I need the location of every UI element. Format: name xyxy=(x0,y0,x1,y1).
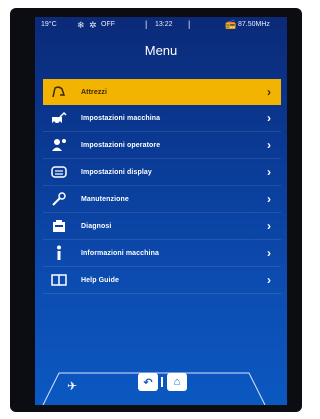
clock: 13:22 xyxy=(155,21,173,28)
display-settings-icon xyxy=(47,165,71,179)
menu-item-label: Manutenzione xyxy=(81,195,129,203)
chevron-right-icon: › xyxy=(267,219,271,233)
climate-icon: ❄ xyxy=(77,20,85,30)
radio-icon: 📻 xyxy=(225,19,237,29)
chevron-right-icon: › xyxy=(267,192,271,206)
back-icon: ↶ xyxy=(143,376,153,389)
book-icon xyxy=(47,273,71,287)
menu-item-diagnosi[interactable]: Diagnosi › xyxy=(43,213,281,240)
menu-item-label: Impostazioni macchina xyxy=(81,114,161,122)
chevron-right-icon: › xyxy=(267,165,271,179)
button-divider xyxy=(161,377,163,387)
chevron-right-icon: › xyxy=(267,138,271,152)
menu-item-label: Diagnosi xyxy=(81,222,112,230)
menu-item-label: Impostazioni display xyxy=(81,168,152,176)
bottom-navigation-bar: ✈ ↶ ⌂ xyxy=(35,367,287,405)
tool-attachment-icon xyxy=(47,85,71,99)
chevron-right-icon: › xyxy=(267,273,271,287)
display-screen: 19°C ❄ ✲ OFF | 13:22 | 📻 87.50MHz Menu A… xyxy=(35,17,287,405)
status-bar: 19°C ❄ ✲ OFF | 13:22 | 📻 87.50MHz xyxy=(35,17,287,33)
menu-item-label: Impostazioni operatore xyxy=(81,141,161,149)
chevron-right-icon: › xyxy=(267,246,271,260)
machine-mode-icon[interactable]: ✈ xyxy=(67,379,77,393)
back-button[interactable]: ↶ xyxy=(138,373,158,391)
machine-settings-icon xyxy=(47,111,71,125)
menu-item-label: Informazioni macchina xyxy=(81,249,159,257)
menu-item-impostazioni-operatore[interactable]: Impostazioni operatore › xyxy=(43,132,281,159)
menu-item-label: Help Guide xyxy=(81,276,119,284)
radio-frequency: 87.50MHz xyxy=(238,21,270,28)
info-icon xyxy=(47,245,71,261)
fan-state: OFF xyxy=(101,21,115,28)
operator-settings-icon xyxy=(47,138,71,152)
home-icon: ⌂ xyxy=(173,376,181,388)
menu-item-help-guide[interactable]: Help Guide › xyxy=(43,267,281,294)
menu-item-manutenzione[interactable]: Manutenzione › xyxy=(43,186,281,213)
menu-item-attrezzi[interactable]: Attrezzi › xyxy=(43,79,281,105)
status-separator: | xyxy=(188,19,191,29)
chevron-right-icon: › xyxy=(267,85,271,99)
diagnostics-icon xyxy=(47,219,71,233)
wrench-icon xyxy=(47,192,71,206)
menu-item-label: Attrezzi xyxy=(81,88,108,96)
chevron-right-icon: › xyxy=(267,111,271,125)
temperature-readout: 19°C xyxy=(41,21,57,28)
menu-list: Attrezzi › Impostazioni macchina › Impos… xyxy=(43,79,281,294)
menu-item-impostazioni-macchina[interactable]: Impostazioni macchina › xyxy=(43,105,281,132)
home-button[interactable]: ⌂ xyxy=(167,373,187,391)
status-separator: | xyxy=(145,19,148,29)
menu-item-impostazioni-display[interactable]: Impostazioni display › xyxy=(43,159,281,186)
menu-item-informazioni-macchina[interactable]: Informazioni macchina › xyxy=(43,240,281,267)
page-title: Menu xyxy=(144,43,178,58)
fan-icon: ✲ xyxy=(89,20,97,30)
